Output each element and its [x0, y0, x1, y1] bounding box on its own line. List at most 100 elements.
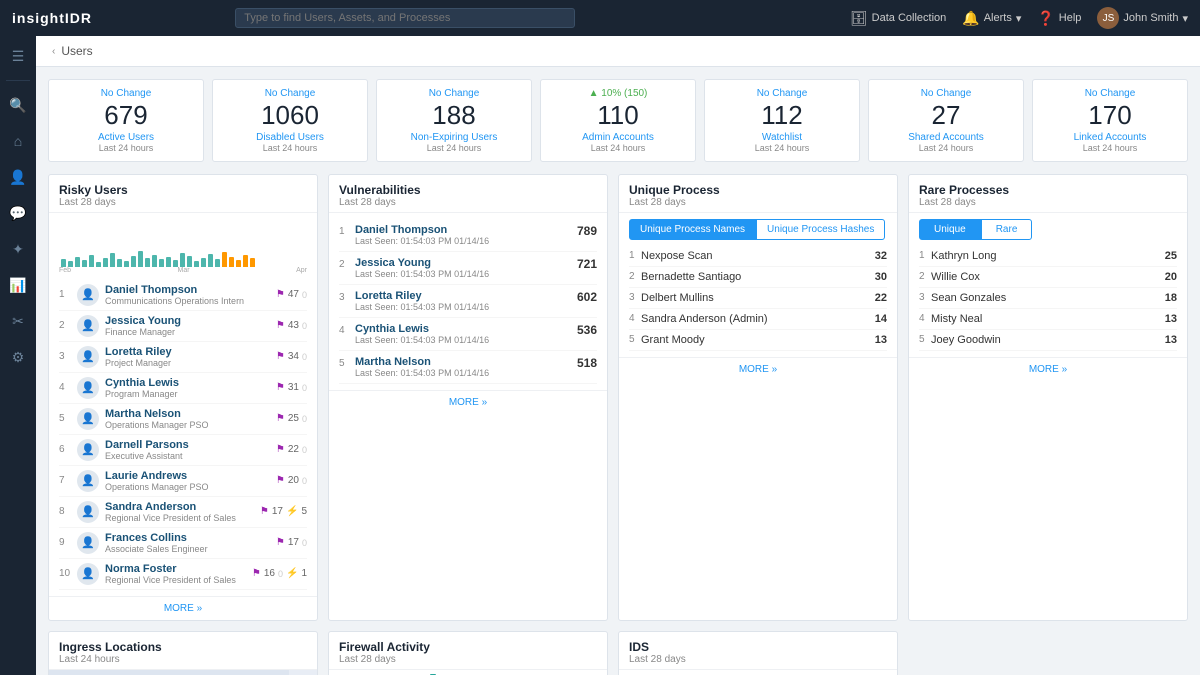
- vuln-time: Last Seen: 01:54:03 PM 01/14/16: [355, 269, 571, 279]
- user-list-item[interactable]: 7 👤 Laurie Andrews Operations Manager PS…: [59, 466, 307, 497]
- sidebar-menu-icon[interactable]: ☰: [2, 40, 34, 72]
- rare-process-item[interactable]: 5 Joey Goodwin 13: [919, 330, 1177, 351]
- data-collection-button[interactable]: 🗄 Data Collection: [850, 10, 946, 27]
- sidebar-chat-icon[interactable]: 💬: [2, 197, 34, 229]
- help-button[interactable]: ❓ Help: [1037, 10, 1081, 27]
- sidebar-star-icon[interactable]: ✦: [2, 233, 34, 265]
- user-rank: 9: [59, 537, 71, 548]
- risky-chart-bar: [61, 259, 66, 267]
- rare-process-item[interactable]: 4 Misty Neal 13: [919, 309, 1177, 330]
- process-item[interactable]: 5 Grant Moody 13: [629, 330, 887, 351]
- rare-process-list: 1 Kathryn Long 25 2 Willie Cox 20 3 Sean…: [919, 246, 1177, 351]
- vulnerabilities-more[interactable]: MORE »: [329, 390, 607, 414]
- help-icon: ❓: [1037, 10, 1054, 27]
- sidebar-settings-icon[interactable]: ⚙: [2, 341, 34, 373]
- process-name: Nexpose Scan: [641, 250, 875, 262]
- risky-chart-bar: [250, 258, 255, 267]
- sidebar-tool-icon[interactable]: ✂: [2, 305, 34, 337]
- vuln-item[interactable]: 3 Loretta Riley Last Seen: 01:54:03 PM 0…: [339, 285, 597, 318]
- ingress-locations-header: Ingress Locations Last 24 hours: [49, 632, 317, 670]
- process-item[interactable]: 3 Delbert Mullins 22: [629, 288, 887, 309]
- vuln-info: Loretta Riley Last Seen: 01:54:03 PM 01/…: [355, 290, 571, 312]
- score-value: 25: [288, 413, 299, 424]
- user-rank: 5: [59, 413, 71, 424]
- zero-score: 0: [302, 445, 307, 455]
- user-list-item[interactable]: 8 👤 Sandra Anderson Regional Vice Presid…: [59, 497, 307, 528]
- rare-process-item[interactable]: 3 Sean Gonzales 18: [919, 288, 1177, 309]
- bolt-icon: ⚡: [286, 506, 298, 517]
- active-users-sublabel: Last 24 hours: [59, 143, 193, 153]
- back-arrow[interactable]: ‹: [52, 46, 55, 57]
- flag-icon: ⚑: [260, 506, 269, 517]
- vuln-item[interactable]: 5 Martha Nelson Last Seen: 01:54:03 PM 0…: [339, 351, 597, 384]
- flag-icon: ⚑: [276, 444, 285, 455]
- unique-process-more[interactable]: MORE »: [619, 357, 897, 381]
- vuln-item[interactable]: 4 Cynthia Lewis Last Seen: 01:54:03 PM 0…: [339, 318, 597, 351]
- process-item[interactable]: 1 Nexpose Scan 32: [629, 246, 887, 267]
- unique-process-names-tab[interactable]: Unique Process Names: [629, 219, 756, 240]
- user-menu[interactable]: JS John Smith ▾: [1097, 7, 1188, 29]
- help-label: Help: [1059, 12, 1082, 24]
- process-item[interactable]: 4 Sandra Anderson (Admin) 14: [629, 309, 887, 330]
- bell-icon: 🔔: [962, 10, 979, 27]
- risky-chart-bar: [145, 258, 150, 267]
- search-input[interactable]: [235, 8, 575, 28]
- sidebar-home-icon[interactable]: ⌂: [2, 125, 34, 157]
- risky-users-more[interactable]: MORE »: [49, 596, 317, 620]
- user-list-item[interactable]: 6 👤 Darnell Parsons Executive Assistant …: [59, 435, 307, 466]
- vuln-time: Last Seen: 01:54:03 PM 01/14/16: [355, 368, 571, 378]
- admin-accounts-sublabel: Last 24 hours: [551, 143, 685, 153]
- unique-process-tabs: Unique Process Names Unique Process Hash…: [629, 219, 887, 240]
- sidebar-search-icon[interactable]: 🔍: [2, 89, 34, 121]
- vuln-item[interactable]: 2 Jessica Young Last Seen: 01:54:03 PM 0…: [339, 252, 597, 285]
- rare-processes-unique-tab[interactable]: Unique: [919, 219, 981, 240]
- risky-chart-bar: [75, 257, 80, 267]
- watchlist-number: 112: [715, 101, 849, 130]
- vuln-item[interactable]: 1 Daniel Thompson Last Seen: 01:54:03 PM…: [339, 219, 597, 252]
- sidebar-chart-icon[interactable]: 📊: [2, 269, 34, 301]
- disabled-users-stat: No Change 1060 Disabled Users Last 24 ho…: [212, 79, 368, 162]
- user-rank: 10: [59, 568, 71, 579]
- risky-users-title: Risky Users: [59, 183, 307, 197]
- risky-chart-bar: [152, 255, 157, 267]
- user-info: Sandra Anderson Regional Vice President …: [105, 501, 254, 523]
- user-score: ⚑ 43 0: [276, 320, 307, 331]
- rare-process-item[interactable]: 1 Kathryn Long 25: [919, 246, 1177, 267]
- alerts-button[interactable]: 🔔 Alerts ▾: [962, 10, 1021, 27]
- risky-chart-bar: [117, 259, 122, 267]
- risky-users-body: 1 👤 Daniel Thompson Communications Opera…: [49, 274, 317, 596]
- rare-processes-rare-tab[interactable]: Rare: [981, 219, 1033, 240]
- rare-process-name: Misty Neal: [931, 313, 1165, 325]
- rare-processes-more[interactable]: MORE »: [909, 357, 1187, 381]
- score-value: 16: [264, 568, 275, 579]
- shared-accounts-sublabel: Last 24 hours: [879, 143, 1013, 153]
- watchlist-change: No Change: [715, 88, 849, 99]
- vulnerabilities-panel: Vulnerabilities Last 28 days 1 Daniel Th…: [328, 174, 608, 621]
- user-list-item[interactable]: 5 👤 Martha Nelson Operations Manager PSO…: [59, 404, 307, 435]
- risky-users-chart-labels: FebMarApr: [55, 267, 311, 274]
- rare-processes-header: Rare Processes Last 28 days: [909, 175, 1187, 213]
- user-list-item[interactable]: 3 👤 Loretta Riley Project Manager ⚑ 34 0: [59, 342, 307, 373]
- user-list-item[interactable]: 10 👤 Norma Foster Regional Vice Presiden…: [59, 559, 307, 590]
- zero-score: 0: [302, 383, 307, 393]
- watchlist-label: Watchlist: [715, 132, 849, 143]
- user-role: Program Manager: [105, 389, 270, 399]
- risky-chart-bar: [96, 262, 101, 267]
- shared-accounts-stat: No Change 27 Shared Accounts Last 24 hou…: [868, 79, 1024, 162]
- user-list-item[interactable]: 1 👤 Daniel Thompson Communications Opera…: [59, 280, 307, 311]
- process-item[interactable]: 2 Bernadette Santiago 30: [629, 267, 887, 288]
- rare-process-count: 20: [1165, 271, 1177, 283]
- user-list-item[interactable]: 9 👤 Frances Collins Associate Sales Engi…: [59, 528, 307, 559]
- user-info: Laurie Andrews Operations Manager PSO: [105, 470, 270, 492]
- linked-accounts-sublabel: Last 24 hours: [1043, 143, 1177, 153]
- rare-process-item[interactable]: 2 Willie Cox 20: [919, 267, 1177, 288]
- process-name: Bernadette Santiago: [641, 271, 875, 283]
- user-avatar: 👤: [77, 470, 99, 492]
- active-users-label: Active Users: [59, 132, 193, 143]
- vuln-rank: 4: [339, 325, 349, 336]
- sidebar-users-icon[interactable]: 👤: [2, 161, 34, 193]
- unique-process-hashes-tab[interactable]: Unique Process Hashes: [756, 219, 885, 240]
- user-list-item[interactable]: 2 👤 Jessica Young Finance Manager ⚑ 43 0: [59, 311, 307, 342]
- user-list-item[interactable]: 4 👤 Cynthia Lewis Program Manager ⚑ 31 0: [59, 373, 307, 404]
- risky-chart-bar: [208, 254, 213, 267]
